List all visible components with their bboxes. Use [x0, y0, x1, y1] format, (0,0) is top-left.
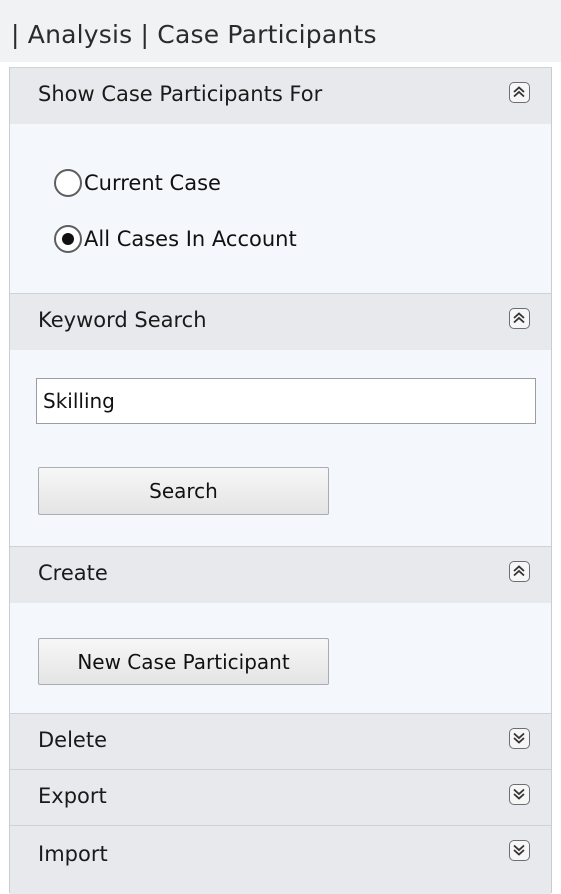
show-for-title: Show Case Participants For — [38, 82, 323, 106]
collapse-create-icon[interactable] — [509, 561, 530, 582]
keyword-search-input[interactable] — [36, 378, 536, 424]
collapse-show-for-icon[interactable] — [509, 82, 530, 103]
create-section: Create New Case Participant — [10, 546, 551, 713]
import-header[interactable]: Import — [10, 826, 551, 894]
breadcrumb: | Analysis | Case Participants — [0, 0, 561, 62]
radio-all-cases-button[interactable] — [54, 225, 82, 253]
radio-all-cases[interactable]: All Cases In Account — [54, 224, 297, 254]
search-button[interactable]: Search — [38, 467, 329, 515]
expand-delete-icon[interactable] — [509, 728, 530, 749]
keyword-search-title: Keyword Search — [38, 308, 207, 332]
create-title: Create — [38, 561, 108, 585]
import-section: Import — [10, 825, 551, 894]
delete-section: Delete — [10, 713, 551, 770]
case-participants-panel: Show Case Participants For Current Case … — [9, 67, 552, 894]
import-title: Import — [38, 842, 108, 866]
radio-current-case-button[interactable] — [54, 169, 82, 197]
show-for-section: Show Case Participants For Current Case … — [10, 67, 551, 293]
export-header[interactable]: Export — [10, 770, 551, 826]
create-header[interactable]: Create — [10, 547, 551, 603]
export-section: Export — [10, 769, 551, 826]
radio-current-case[interactable]: Current Case — [54, 168, 221, 198]
export-title: Export — [38, 784, 107, 808]
delete-header[interactable]: Delete — [10, 714, 551, 770]
keyword-search-section: Keyword Search Search — [10, 293, 551, 546]
expand-import-icon[interactable] — [509, 840, 530, 861]
keyword-search-header[interactable]: Keyword Search — [10, 294, 551, 350]
radio-all-cases-label: All Cases In Account — [84, 227, 297, 251]
radio-current-case-label: Current Case — [84, 171, 221, 195]
delete-title: Delete — [38, 728, 107, 752]
show-for-header[interactable]: Show Case Participants For — [10, 68, 551, 124]
collapse-keyword-search-icon[interactable] — [509, 308, 530, 329]
expand-export-icon[interactable] — [509, 784, 530, 805]
new-case-participant-button[interactable]: New Case Participant — [38, 638, 329, 685]
